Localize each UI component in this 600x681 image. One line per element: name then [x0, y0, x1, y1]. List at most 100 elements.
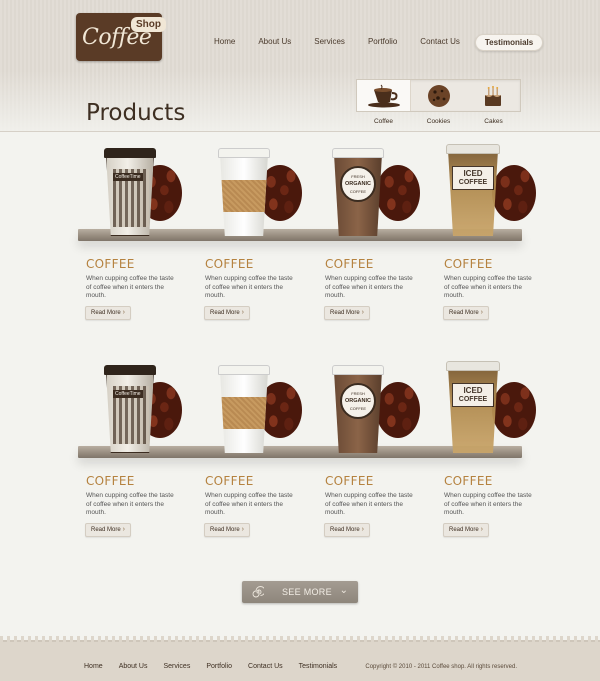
product-cup-image: FRESH ORGANIC COFFEE [334, 371, 382, 453]
nav-portfolio[interactable]: Portfolio [360, 34, 405, 51]
read-more-button[interactable]: Read More › [324, 523, 370, 537]
product-description: When cupping coffee the taste of coffee … [444, 275, 532, 299]
product-cup-image: CoffeeTime [106, 371, 154, 453]
chevron-right-icon: › [361, 526, 364, 533]
nav-about-us[interactable]: About Us [250, 34, 299, 51]
cup-brand-text: CoffeeTime [113, 390, 143, 398]
product-title: COFFEE [444, 257, 493, 271]
product-title: COFFEE [205, 474, 254, 488]
product-cup-image: CoffeeTime [106, 154, 154, 236]
logo[interactable]: Coffee Shop [76, 13, 166, 61]
product-description: When cupping coffee the taste of coffee … [86, 275, 174, 299]
cookie-icon [427, 84, 450, 107]
page-title: Products [86, 100, 186, 126]
filter-tab-cakes[interactable] [466, 80, 520, 111]
footer: Home About Us Services Portfolio Contact… [0, 636, 600, 681]
product-cup-image: FRESH ORGANIC COFFEE [334, 154, 382, 236]
cup-label-top: FRESH [351, 391, 365, 396]
product-description: When cupping coffee the taste of coffee … [325, 492, 413, 516]
read-more-label: Read More [91, 310, 121, 316]
product-cup-image [220, 371, 268, 453]
nav-contact-us[interactable]: Contact Us [412, 34, 468, 51]
coffee-beans-image [376, 382, 420, 438]
spiral-icon [252, 586, 264, 598]
cup-lid [332, 148, 384, 158]
read-more-label: Read More [91, 527, 121, 533]
footer-nav: Home About Us Services Portfolio Contact… [84, 663, 353, 670]
read-more-button[interactable]: Read More › [204, 306, 250, 320]
product-description: When cupping coffee the taste of coffee … [205, 275, 293, 299]
chevron-right-icon: › [122, 309, 125, 316]
category-filter [356, 79, 521, 112]
filter-tab-coffee[interactable] [357, 80, 412, 111]
see-more-button[interactable]: SEE MORE ⌄ [242, 581, 358, 603]
cup-lid [446, 144, 500, 154]
cup-label-main: ORGANIC [345, 398, 371, 404]
coffee-beans-image [492, 382, 536, 438]
read-more-button[interactable]: Read More › [443, 306, 489, 320]
cake-icon [484, 85, 501, 106]
cup-label-coffee: COFFEE [458, 396, 488, 403]
nav-home[interactable]: Home [206, 34, 243, 51]
read-more-button[interactable]: Read More › [204, 523, 250, 537]
product-title: COFFEE [325, 474, 374, 488]
product-cup-image: ICED COFFEE [448, 150, 498, 236]
cup-brand-text: CoffeeTime [113, 173, 143, 181]
chevron-right-icon: › [122, 526, 125, 533]
product-title: COFFEE [444, 474, 493, 488]
cup-label-main: ORGANIC [345, 181, 371, 187]
nav-services[interactable]: Services [306, 34, 353, 51]
chevron-right-icon: › [241, 309, 244, 316]
read-more-label: Read More [330, 527, 360, 533]
read-more-button[interactable]: Read More › [443, 523, 489, 537]
product-title: COFFEE [86, 474, 135, 488]
footer-link-services[interactable]: Services [163, 663, 190, 670]
logo-tag: Shop [131, 17, 166, 32]
read-more-label: Read More [210, 310, 240, 316]
product-cup-image [220, 154, 268, 236]
footer-link-about-us[interactable]: About Us [119, 663, 148, 670]
product-description: When cupping coffee the taste of coffee … [86, 492, 174, 516]
read-more-label: Read More [449, 527, 479, 533]
nav-testimonials[interactable]: Testimonials [474, 34, 544, 51]
read-more-label: Read More [330, 310, 360, 316]
read-more-label: Read More [449, 310, 479, 316]
coffee-beans-image [376, 165, 420, 221]
cup-label-top: FRESH [351, 174, 365, 179]
product-title: COFFEE [205, 257, 254, 271]
product-description: When cupping coffee the taste of coffee … [325, 275, 413, 299]
footer-link-testimonials[interactable]: Testimonials [299, 663, 338, 670]
chevron-right-icon: › [480, 526, 483, 533]
cup-label-coffee: COFFEE [458, 179, 488, 186]
footer-link-contact-us[interactable]: Contact Us [248, 663, 283, 670]
cup-label-sub: COFFEE [349, 406, 367, 411]
cup-lid [104, 365, 156, 375]
read-more-label: Read More [210, 527, 240, 533]
coffee-cup-icon [367, 84, 400, 107]
cup-lid [446, 361, 500, 371]
product-title: COFFEE [325, 257, 374, 271]
cup-lid [218, 365, 270, 375]
cup-lid [104, 148, 156, 158]
cup-label-sub: COFFEE [349, 189, 367, 194]
filter-label-coffee: Coffee [373, 118, 394, 125]
read-more-button[interactable]: Read More › [324, 306, 370, 320]
chevron-right-icon: › [361, 309, 364, 316]
cup-label-iced: ICED [463, 169, 483, 178]
filter-tab-cookies[interactable] [411, 80, 465, 111]
filter-label-cookies: Cookies [426, 118, 451, 125]
chevron-right-icon: › [480, 309, 483, 316]
cup-lid [332, 365, 384, 375]
product-description: When cupping coffee the taste of coffee … [444, 492, 532, 516]
cup-label-iced: ICED [463, 386, 483, 395]
chevron-down-icon: ⌄ [339, 585, 348, 596]
read-more-button[interactable]: Read More › [85, 306, 131, 320]
read-more-button[interactable]: Read More › [85, 523, 131, 537]
product-title: COFFEE [86, 257, 135, 271]
footer-link-portfolio[interactable]: Portfolio [206, 663, 232, 670]
copyright-text: Copyright © 2010 - 2011 Coffee shop. All… [365, 664, 517, 670]
see-more-label: SEE MORE [282, 587, 332, 597]
footer-link-home[interactable]: Home [84, 663, 103, 670]
cup-lid [218, 148, 270, 158]
chevron-right-icon: › [241, 526, 244, 533]
